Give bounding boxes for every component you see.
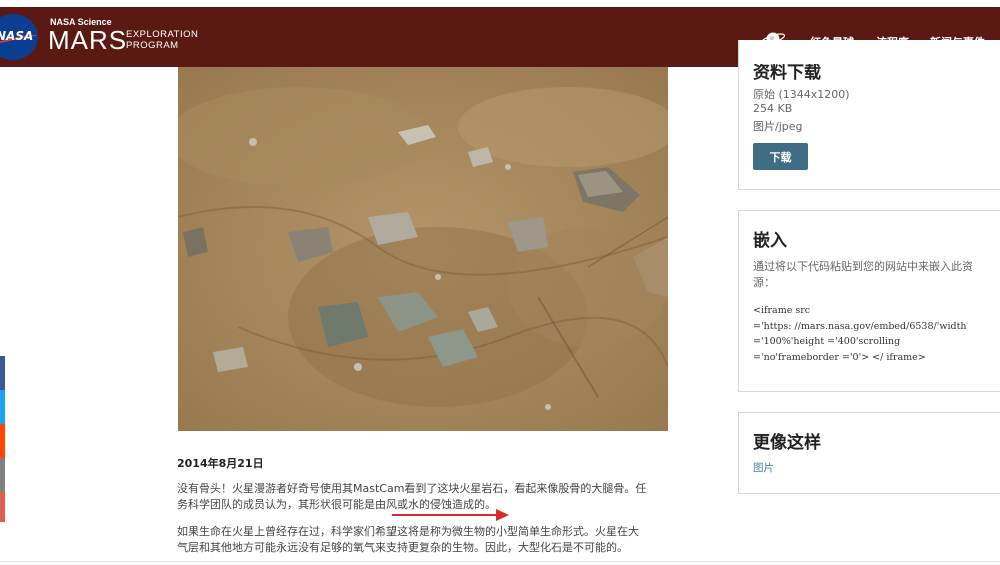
embed-box: 嵌入 通过将以下代码粘贴到您的网站中来嵌入此资源： <iframe src ='… <box>738 210 1000 392</box>
article-date: 2014年8月21日 <box>177 457 264 470</box>
nasa-logo[interactable]: NASA <box>0 14 38 60</box>
share-more-button[interactable] <box>0 492 5 522</box>
more-like-images-link[interactable]: 图片 <box>753 460 774 475</box>
download-file-type: 图片/jpeg <box>753 120 803 133</box>
para1-line1: 没有骨头！火星漫游者好奇号使用其MastCam看到了这块火星岩石，看起来像股骨的… <box>177 482 647 495</box>
para2-line2: 气层和其他地方可能永远没有足够的氧气来支持更复杂的生物。因此，大型化石是不可能的… <box>177 541 628 554</box>
nasa-logo-text: NASA <box>0 29 34 43</box>
embed-code-line1: <iframe src <box>753 305 811 316</box>
red-arrow-annotation <box>392 509 509 521</box>
download-box: 资料下载 原始 (1344x1200) 254 KB 图片/jpeg 下载 <box>738 40 1000 190</box>
share-email-button[interactable] <box>0 458 5 492</box>
more-like-this-box: 更像这样 图片 <box>738 412 1000 494</box>
download-file-size: 254 KB <box>753 102 793 115</box>
share-twitter-button[interactable] <box>0 390 5 424</box>
brand-mars-title[interactable]: MARS <box>48 27 127 53</box>
embed-description: 通过将以下代码粘贴到您的网站中来嵌入此资源： <box>753 260 973 289</box>
brand-program-label[interactable]: EXPLORATION PROGRAM <box>126 29 198 51</box>
top-strip <box>0 0 1000 7</box>
brand-sub-line2: PROGRAM <box>126 40 179 51</box>
embed-code-line2: ='https: //mars.nasa.gov/embed/6538/'wid… <box>753 320 967 332</box>
mars-rock-image[interactable] <box>178 67 668 431</box>
embed-code-line3: ='100%'height ='400'scrolling <box>753 336 901 347</box>
share-reddit-button[interactable] <box>0 424 5 458</box>
download-button[interactable]: 下载 <box>753 143 808 170</box>
download-size-original: 原始 (1344x1200) <box>753 88 850 101</box>
embed-title: 嵌入 <box>753 231 787 251</box>
page-bottom-divider <box>0 561 1000 562</box>
embed-code-line4: ='no'frameborder ='0'> </ iframe> <box>753 351 926 363</box>
embed-code-snippet[interactable]: <iframe src ='https: //mars.nasa.gov/emb… <box>753 303 999 365</box>
download-title: 资料下载 <box>753 63 821 83</box>
para2-line1: 如果生命在火星上曾经存在过，科学家们希望这将是称为微生物的小型简单生命形式。火星… <box>177 525 639 538</box>
share-facebook-button[interactable] <box>0 356 5 390</box>
more-like-this-title: 更像这样 <box>753 433 821 453</box>
brand-sub-line1: EXPLORATION <box>126 29 199 40</box>
article-paragraph-2: 如果生命在火星上曾经存在过，科学家们希望这将是称为微生物的小型简单生命形式。火星… <box>177 524 697 556</box>
